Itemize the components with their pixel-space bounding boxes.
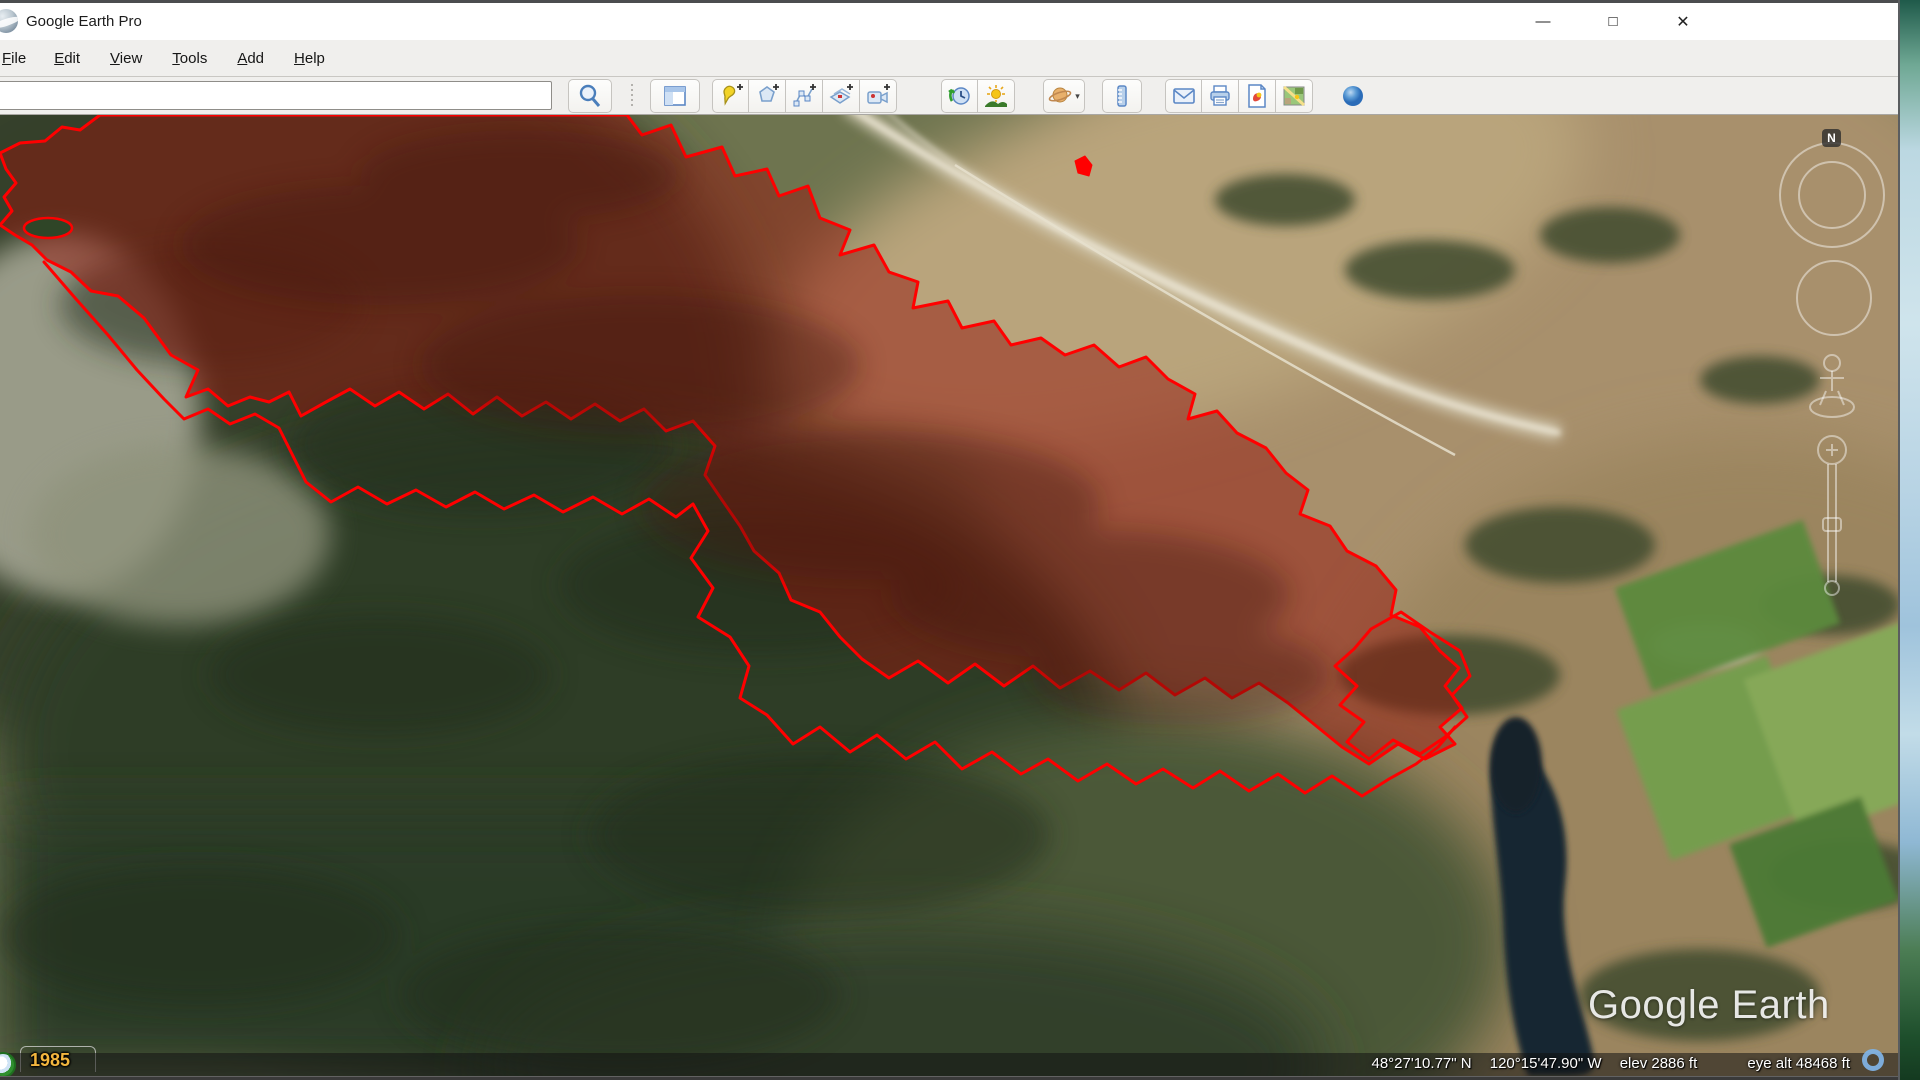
menu-file[interactable]: File [0,44,36,73]
planets-dropdown-icon: ▾ [1075,91,1080,102]
pegman-icon [1810,355,1854,417]
sidebar-icon [662,83,688,109]
menu-view[interactable]: View [100,44,152,73]
status-readout: 48°27'10.77" N 120°15'47.90" W elev 2886… [1357,1055,1850,1072]
google-maps-icon [1281,83,1307,109]
earth-sphere-icon [1340,83,1366,109]
print-button[interactable] [1202,79,1239,113]
add-placemark-button[interactable] [712,79,749,113]
status-bar: 48°27'10.77" N 120°15'47.90" W elev 2886… [0,1053,1898,1076]
menu-help[interactable]: Help [284,44,335,73]
planets-button[interactable]: ▾ [1043,79,1085,113]
save-image-icon [1244,83,1270,109]
save-image-button[interactable] [1239,79,1276,113]
status-elevation: elev 2886 ft [1620,1055,1698,1072]
toolbar: ▾ [0,77,1898,115]
ruler-button[interactable] [1102,79,1142,113]
imagery-year-label: 1985 [30,1050,70,1071]
zoom-slider [1818,430,1846,595]
screen-top-edge [0,0,1920,3]
record-tour-icon [865,83,891,109]
historical-imagery-button[interactable] [941,79,978,113]
google-earth-watermark: Google Earth [1588,983,1830,1028]
placemark-icon [718,83,744,109]
email-icon [1171,83,1197,109]
window-title: Google Earth Pro [26,13,142,30]
saturn-icon [1048,83,1074,109]
email-button[interactable] [1165,79,1202,113]
polygon-icon [754,83,780,109]
satellite-imagery [0,115,1898,1076]
add-polygon-button[interactable] [749,79,786,113]
map-viewport[interactable] [0,115,1898,1076]
look-ring [1780,143,1884,247]
image-overlay-icon [828,83,854,109]
time-sun-group [941,79,1015,113]
historical-imagery-icon [947,83,973,109]
sidebar-toggle-button[interactable] [650,79,700,113]
google-earth-app-icon [0,9,18,33]
desktop-background [1900,0,1920,1080]
streaming-progress-icon [1862,1049,1884,1071]
window-bottom-edge [0,1076,1898,1080]
view-in-maps-button[interactable] [1276,79,1313,113]
menu-add[interactable]: Add [227,44,274,73]
title-bar[interactable]: Google Earth Pro — □ ✕ [0,3,1898,40]
window-right-border [1898,0,1900,1080]
path-icon [791,83,817,109]
toolbar-separator [631,84,633,108]
share-tools-group [1165,79,1313,113]
record-tour-button[interactable] [860,79,897,113]
add-image-overlay-button[interactable] [823,79,860,113]
close-button[interactable]: ✕ [1648,3,1718,40]
navigation-controls[interactable] [1768,120,1898,600]
search-icon [577,83,603,109]
add-path-button[interactable] [786,79,823,113]
menu-bar: File Edit View Tools Add Help [0,40,1898,77]
compass-north-label[interactable]: N [1822,129,1841,147]
maximize-button[interactable]: □ [1578,3,1648,40]
create-tools-group [712,79,897,113]
look-ring-inner [1799,162,1865,228]
print-icon [1207,83,1233,109]
sunlight-button[interactable] [978,79,1015,113]
search-input[interactable] [0,81,552,110]
ruler-icon [1109,83,1135,109]
sunlight-icon [983,83,1009,109]
move-joystick [1797,261,1871,335]
search-button[interactable] [568,79,612,113]
minimize-button[interactable]: — [1508,3,1578,40]
menu-tools[interactable]: Tools [162,44,217,73]
status-latitude: 48°27'10.77" N [1371,1055,1471,1072]
menu-edit[interactable]: Edit [44,44,90,73]
status-eye-altitude: eye alt 48468 ft [1747,1055,1850,1072]
status-longitude: 120°15'47.90" W [1490,1055,1602,1072]
earth-web-button[interactable] [1332,79,1374,113]
screen: N Google Earth 1985 48°27'10.77" N 120°1… [0,0,1920,1080]
